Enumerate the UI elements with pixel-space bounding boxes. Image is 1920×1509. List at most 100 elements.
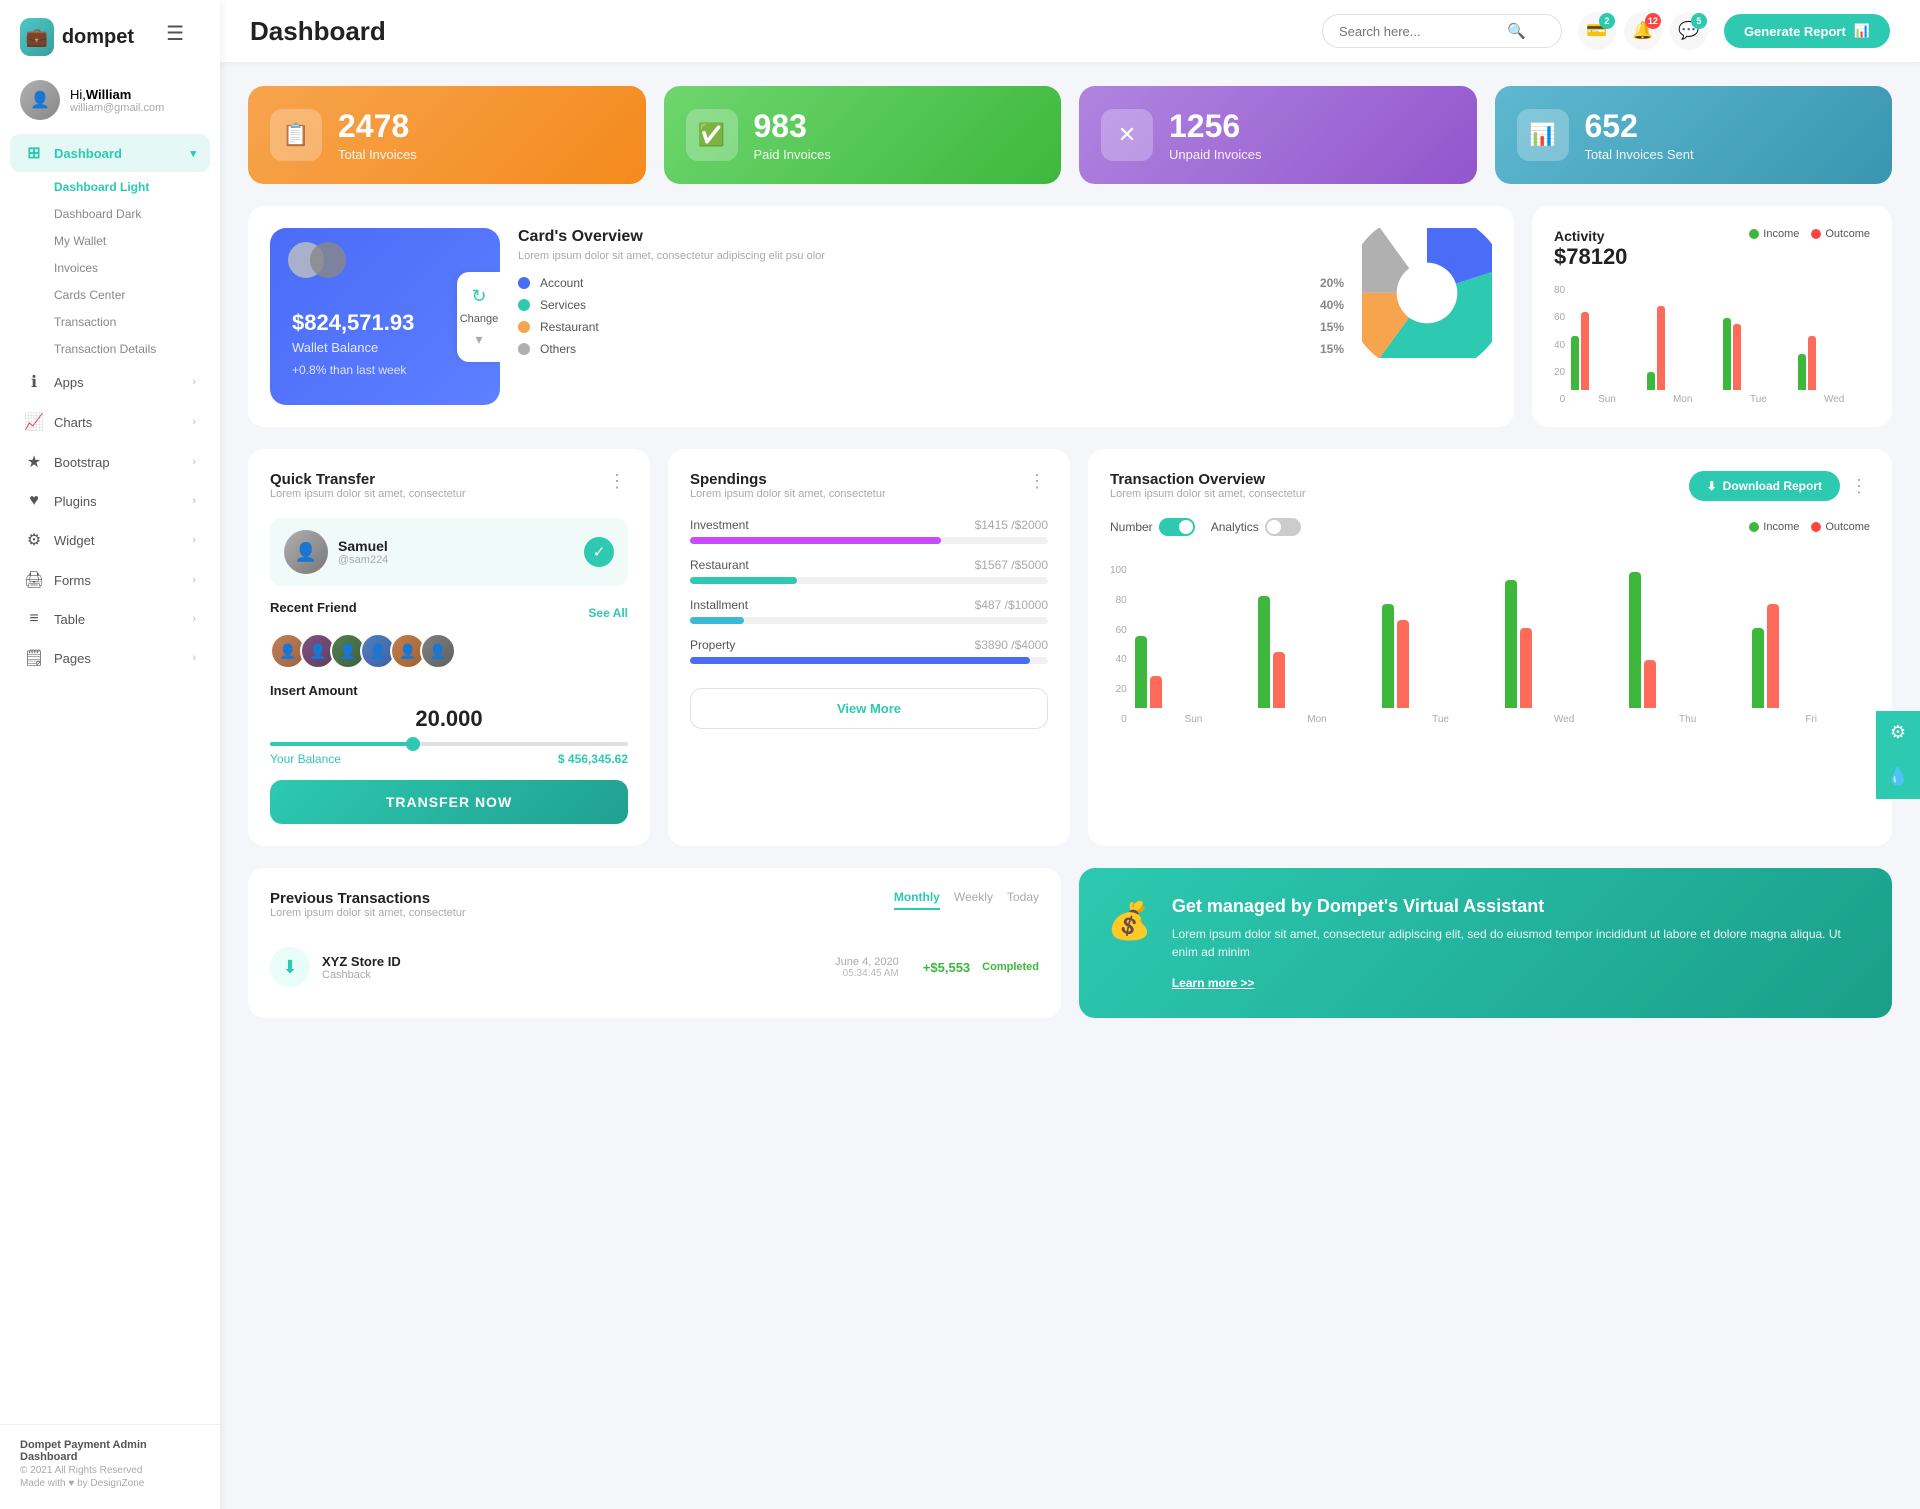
- activity-title-group: Activity $78120: [1554, 228, 1627, 270]
- toggle-knob: [1179, 520, 1193, 534]
- sidebar-item-dashboard[interactable]: ⊞ Dashboard ▾: [10, 134, 210, 172]
- your-balance-label: Your Balance: [270, 752, 341, 766]
- wallet-icon-btn[interactable]: 💳 2: [1578, 12, 1616, 50]
- see-all-link[interactable]: See All: [588, 606, 628, 620]
- others-pct: 15%: [1320, 342, 1344, 356]
- cards-overview-title: Card's Overview: [518, 228, 1344, 246]
- sidebar-item-table[interactable]: ≡ Table ›: [10, 601, 210, 637]
- submenu-item-cards-center[interactable]: Cards Center: [44, 282, 210, 308]
- services-pct: 40%: [1320, 298, 1344, 312]
- change-card-button[interactable]: ↻ Change ▾: [457, 272, 500, 362]
- transaction-overview-title: Transaction Overview: [1110, 471, 1306, 488]
- transaction-overview-subtitle: Lorem ipsum dolor sit amet, consectetur: [1110, 488, 1306, 500]
- submenu-item-transaction[interactable]: Transaction: [44, 309, 210, 335]
- outcome-bar-tue: [1733, 324, 1741, 390]
- sidebar-item-label: Charts: [54, 415, 182, 430]
- quick-transfer-title: Quick Transfer: [270, 471, 466, 488]
- sidebar-item-label: Bootstrap: [54, 455, 182, 470]
- analytics-toggle-switch[interactable]: [1265, 518, 1301, 536]
- spending-row-restaurant: Restaurant $1567 /$5000: [690, 558, 1048, 572]
- bar-group-tue: [1723, 318, 1795, 390]
- submenu-item-my-wallet[interactable]: My Wallet: [44, 228, 210, 254]
- friend-avatar-6[interactable]: 👤: [420, 633, 456, 669]
- y-label-0: 0: [1554, 394, 1565, 405]
- wallet-change: +0.8% than last week: [292, 363, 478, 377]
- card-overview-panel: $824,571.93 Wallet Balance +0.8% than la…: [248, 206, 1514, 427]
- bar-group-wed: [1798, 336, 1870, 390]
- spendings-menu-icon[interactable]: ⋮: [1028, 471, 1048, 492]
- sidebar-item-bootstrap[interactable]: ★ Bootstrap ›: [10, 443, 210, 481]
- generate-report-label: Generate Report: [1744, 24, 1846, 39]
- amount-slider[interactable]: [270, 742, 628, 746]
- download-report-button[interactable]: ⬇ Download Report: [1689, 471, 1840, 501]
- bar-group-mon: [1647, 306, 1719, 390]
- transfer-now-button[interactable]: TRANSFER NOW: [270, 780, 628, 824]
- va-learn-more-link[interactable]: Learn more >>: [1172, 976, 1255, 990]
- sidebar-item-apps[interactable]: ℹ Apps ›: [10, 363, 210, 401]
- restaurant-spending-label: Restaurant: [690, 558, 749, 572]
- download-report-label: Download Report: [1723, 479, 1822, 493]
- chat-icon-btn[interactable]: 💬 5: [1670, 12, 1708, 50]
- outcome-bar-tue: [1397, 620, 1409, 708]
- slider-thumb[interactable]: [406, 737, 420, 751]
- restaurant-label: Restaurant: [540, 320, 1310, 334]
- spending-row-property: Property $3890 /$4000: [690, 638, 1048, 652]
- cards-item: Account 20%: [518, 276, 1344, 290]
- slider-track: [270, 742, 628, 746]
- income-bar-fri: [1752, 628, 1764, 708]
- y-label-60: 60: [1554, 312, 1565, 323]
- pie-chart: [1362, 228, 1492, 358]
- search-box[interactable]: 🔍: [1322, 14, 1562, 48]
- x-label-sun: Sun: [1135, 714, 1253, 725]
- outcome-bar-mon: [1273, 652, 1285, 708]
- search-input[interactable]: [1339, 24, 1499, 39]
- bell-icon-btn[interactable]: 🔔 12: [1624, 12, 1662, 50]
- restaurant-pct: 15%: [1320, 320, 1344, 334]
- x-label-sun: Sun: [1571, 394, 1643, 405]
- submenu-item-transaction-details[interactable]: Transaction Details: [44, 336, 210, 362]
- chart-x-labels: Sun Mon Tue Wed: [1571, 394, 1870, 405]
- sidebar-item-forms[interactable]: 🖨 Forms ›: [10, 561, 210, 599]
- tab-weekly[interactable]: Weekly: [954, 890, 993, 910]
- sidebar-item-pages[interactable]: 🗒 Pages ›: [10, 639, 210, 677]
- apps-icon: ℹ: [24, 372, 44, 392]
- tab-today[interactable]: Today: [1007, 890, 1039, 910]
- submenu-item-invoices[interactable]: Invoices: [44, 255, 210, 281]
- view-more-label: View More: [837, 701, 901, 716]
- submenu-item-dashboard-light[interactable]: Dashboard Light: [44, 174, 210, 200]
- number-toggle-switch[interactable]: [1159, 518, 1195, 536]
- submenu-item-dashboard-dark[interactable]: Dashboard Dark: [44, 201, 210, 227]
- bar-group-mon: [1258, 596, 1376, 708]
- txn-date: June 4, 2020: [835, 956, 899, 968]
- sidebar-item-plugins[interactable]: ♥ Plugins ›: [10, 483, 210, 519]
- settings-float-button[interactable]: ⚙: [1876, 711, 1920, 755]
- charts-icon: 📈: [24, 412, 44, 432]
- income-bar-sun: [1135, 636, 1147, 708]
- hamburger-icon[interactable]: ☰: [150, 21, 200, 46]
- generate-report-button[interactable]: Generate Report 📊: [1724, 14, 1890, 48]
- content-area: 📋 2478 Total Invoices ✅ 983 Paid Invoice…: [220, 62, 1920, 1509]
- sidebar-item-label: Apps: [54, 375, 182, 390]
- sidebar-item-charts[interactable]: 📈 Charts ›: [10, 403, 210, 441]
- txn-menu-icon[interactable]: ⋮: [1850, 476, 1870, 497]
- quick-transfer-menu-icon[interactable]: ⋮: [608, 471, 628, 492]
- widget-icon: ⚙: [24, 530, 44, 550]
- number-toggle-label: Number: [1110, 520, 1153, 534]
- transaction-overview-panel: Transaction Overview Lorem ipsum dolor s…: [1088, 449, 1892, 846]
- spending-item-property: Property $3890 /$4000: [690, 638, 1048, 664]
- x-label-fri: Fri: [1752, 714, 1870, 725]
- logo-area: dompet ☰: [0, 0, 220, 70]
- water-float-button[interactable]: 💧: [1876, 755, 1920, 799]
- wallet-label: Wallet Balance: [292, 340, 478, 355]
- sidebar-item-label: Forms: [54, 573, 182, 588]
- x-label-mon: Mon: [1647, 394, 1719, 405]
- balance-value: $ 456,345.62: [558, 752, 628, 766]
- tab-monthly[interactable]: Monthly: [894, 890, 940, 910]
- txn-income-legend: Income: [1749, 521, 1799, 533]
- sidebar-item-widget[interactable]: ⚙ Widget ›: [10, 521, 210, 559]
- txn-controls: ⬇ Download Report ⋮: [1689, 471, 1870, 501]
- sidebar-item-label: Widget: [54, 533, 182, 548]
- view-more-button[interactable]: View More: [690, 688, 1048, 729]
- bar-group-thu: [1629, 572, 1747, 708]
- stat-card-unpaid-invoices: ✕ 1256 Unpaid Invoices: [1079, 86, 1477, 184]
